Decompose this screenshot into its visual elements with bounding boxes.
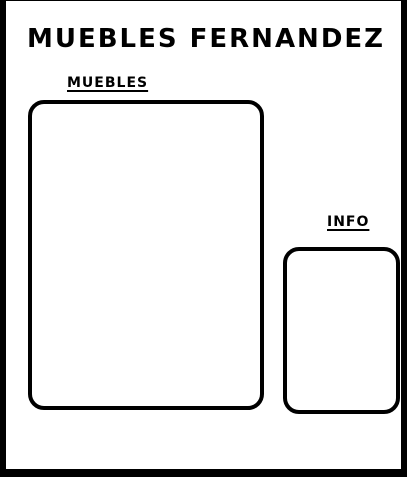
page-title: MUEBLES FERNANDEZ bbox=[26, 24, 386, 54]
info-section-label: INFO bbox=[327, 214, 370, 230]
info-panel[interactable] bbox=[283, 247, 400, 414]
muebles-panel[interactable] bbox=[28, 100, 264, 410]
page-frame: MUEBLES FERNANDEZ MUEBLES INFO bbox=[0, 0, 407, 477]
muebles-section-label: MUEBLES bbox=[67, 75, 149, 91]
